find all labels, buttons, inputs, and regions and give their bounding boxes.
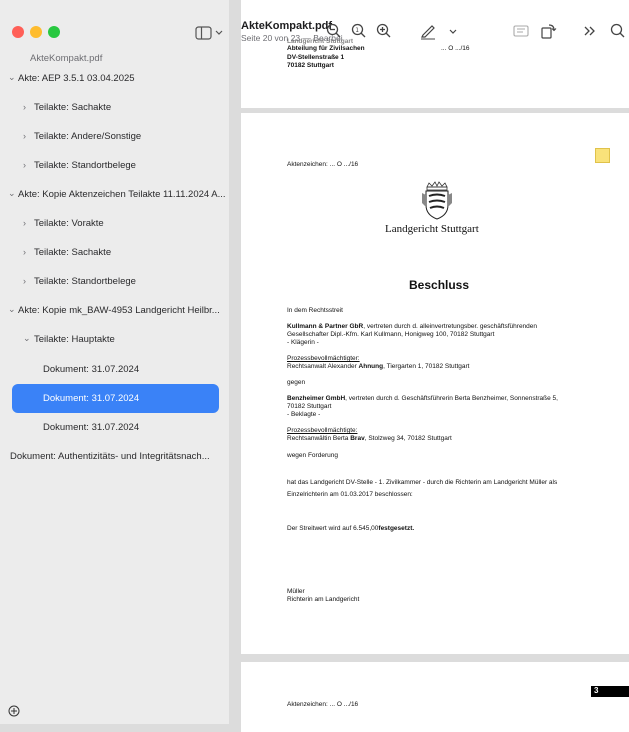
add-icon[interactable] [8,704,20,717]
sidebar-view-menu-button[interactable] [195,25,225,41]
page-text: gegen [287,379,306,386]
markup-menu-chevron-icon[interactable] [444,22,462,40]
outline-item[interactable]: Dokument: 31.07.2024 [0,419,229,439]
pdf-page: Aktenzeichen: ... O .../16 Landgericht S… [241,113,629,654]
page-text: Rechtsanwalt Alexander Ahnung, Tiergarte… [287,363,470,370]
search-icon[interactable] [609,22,627,40]
chevron-right-icon[interactable]: › [23,276,26,286]
highlight-icon[interactable] [512,22,530,40]
outline-item[interactable]: › Teilakte: Standortbelege [0,273,229,293]
page-text: 70182 Stuttgart [287,62,334,69]
chevron-down-icon[interactable]: ⌄ [8,188,16,199]
page-text: Einzelrichterin am 01.03.2017 beschlosse… [287,491,413,498]
rotate-icon[interactable] [539,22,557,40]
page-text: Gesellschafter Dipl.-Kfm. Karl Kullmann,… [287,331,495,338]
page-text: wegen Forderung [287,452,338,459]
chevron-right-icon[interactable]: › [23,131,26,141]
minimize-window-button[interactable] [30,26,42,38]
page-text: Rechtsanwältin Berta Brav, Stolzweg 34, … [287,435,452,442]
chevron-right-icon[interactable]: › [23,218,26,228]
outline-item[interactable]: ⌄ Teilakte: Hauptakte [0,331,229,351]
svg-text:1: 1 [355,27,359,34]
chevron-down-icon[interactable]: ⌄ [8,72,16,83]
chevron-right-icon[interactable]: › [23,160,26,170]
pdf-page: 3 Aktenzeichen: ... O .../16 [241,662,629,732]
chevron-right-icon[interactable]: › [23,247,26,257]
zoom-window-button[interactable] [48,26,60,38]
page-text: Abteilung für Zivilsachen [287,45,365,52]
page-text: Kullmann & Partner GbR, vertreten durch … [287,323,538,330]
page-text: Prozessbevollmächtigte: [287,427,358,434]
page-text: Der Streitwert wird auf 6.545,00festgese… [287,525,415,532]
outline-item[interactable]: › Teilakte: Sachakte [0,244,229,264]
outline-item[interactable]: › Teilakte: Andere/Sonstige [0,128,229,148]
zoom-out-icon[interactable] [325,22,343,40]
page-text: 70182 Stuttgart [287,403,332,410]
outline-item[interactable]: ⌄ Akte: Kopie Aktenzeichen Teilakte 11.1… [0,186,229,206]
page-text: In dem Rechtsstreit [287,307,343,314]
page-text: Richterin am Landgericht [287,596,360,603]
chevron-down-icon[interactable]: ⌄ [23,333,31,344]
outline-item[interactable]: › Teilakte: Vorakte [0,215,229,235]
outline-item-selected[interactable]: Dokument: 31.07.2024 [0,390,229,410]
chevron-down-icon[interactable]: ⌄ [8,304,16,315]
more-icon[interactable] [581,22,599,40]
page-text: ... O .../16 [441,45,470,52]
page-text: - Klägerin - [287,339,319,346]
court-name: Landgericht Stuttgart [385,223,479,235]
coat-of-arms-icon [422,181,452,220]
zoom-in-icon[interactable] [375,22,393,40]
page-text: hat das Landgericht DV-Stelle - 1. Zivil… [287,479,558,486]
outline-item[interactable]: › Teilakte: Sachakte [0,99,229,119]
outline-item[interactable]: Dokument: Authentizitäts- und Integrität… [0,448,229,468]
outline-item[interactable]: Dokument: 31.07.2024 [0,361,229,381]
close-window-button[interactable] [12,26,24,38]
window-title: AkteKompakt.pdf [241,20,333,32]
page-text: Müller [287,588,305,595]
sidebar: AkteKompakt.pdf ⌄ Akte: AEP 3.5.1 03.04.… [0,0,230,724]
note-annotation-icon[interactable] [595,148,610,163]
document-viewer[interactable]: Landgericht Stuttgart Abteilung für Zivi… [229,0,629,732]
outline-item[interactable]: › Teilakte: Standortbelege [0,157,229,177]
page-number-badge: 3 [591,686,629,697]
document-heading: Beschluss [409,278,470,292]
page-text: Aktenzeichen: ... O .../16 [287,161,359,168]
actual-size-icon[interactable]: 1 [350,22,368,40]
chevron-right-icon[interactable]: › [23,102,26,112]
outline-item[interactable]: ⌄ Akte: AEP 3.5.1 03.04.2025 [0,70,229,90]
toolbar: AkteKompakt.pdf Seite 20 von 23 — Bearbe… [229,0,629,46]
page-text: - Beklagte - [287,411,321,418]
page-text: Prozessbevollmächtigter: [287,355,360,362]
page-text: Aktenzeichen: ... O .../16 [287,701,359,708]
outline-item[interactable]: ⌄ Akte: Kopie mk_BAW-4953 Landgericht He… [0,302,229,322]
sidebar-icon [195,26,223,40]
page-text: DV-Stellenstraße 1 [287,54,345,61]
markup-pen-icon[interactable] [419,22,437,40]
sidebar-document-title: AkteKompakt.pdf [30,53,103,64]
page-text: Benzheimer GmbH, vertreten durch d. Gesc… [287,395,558,402]
